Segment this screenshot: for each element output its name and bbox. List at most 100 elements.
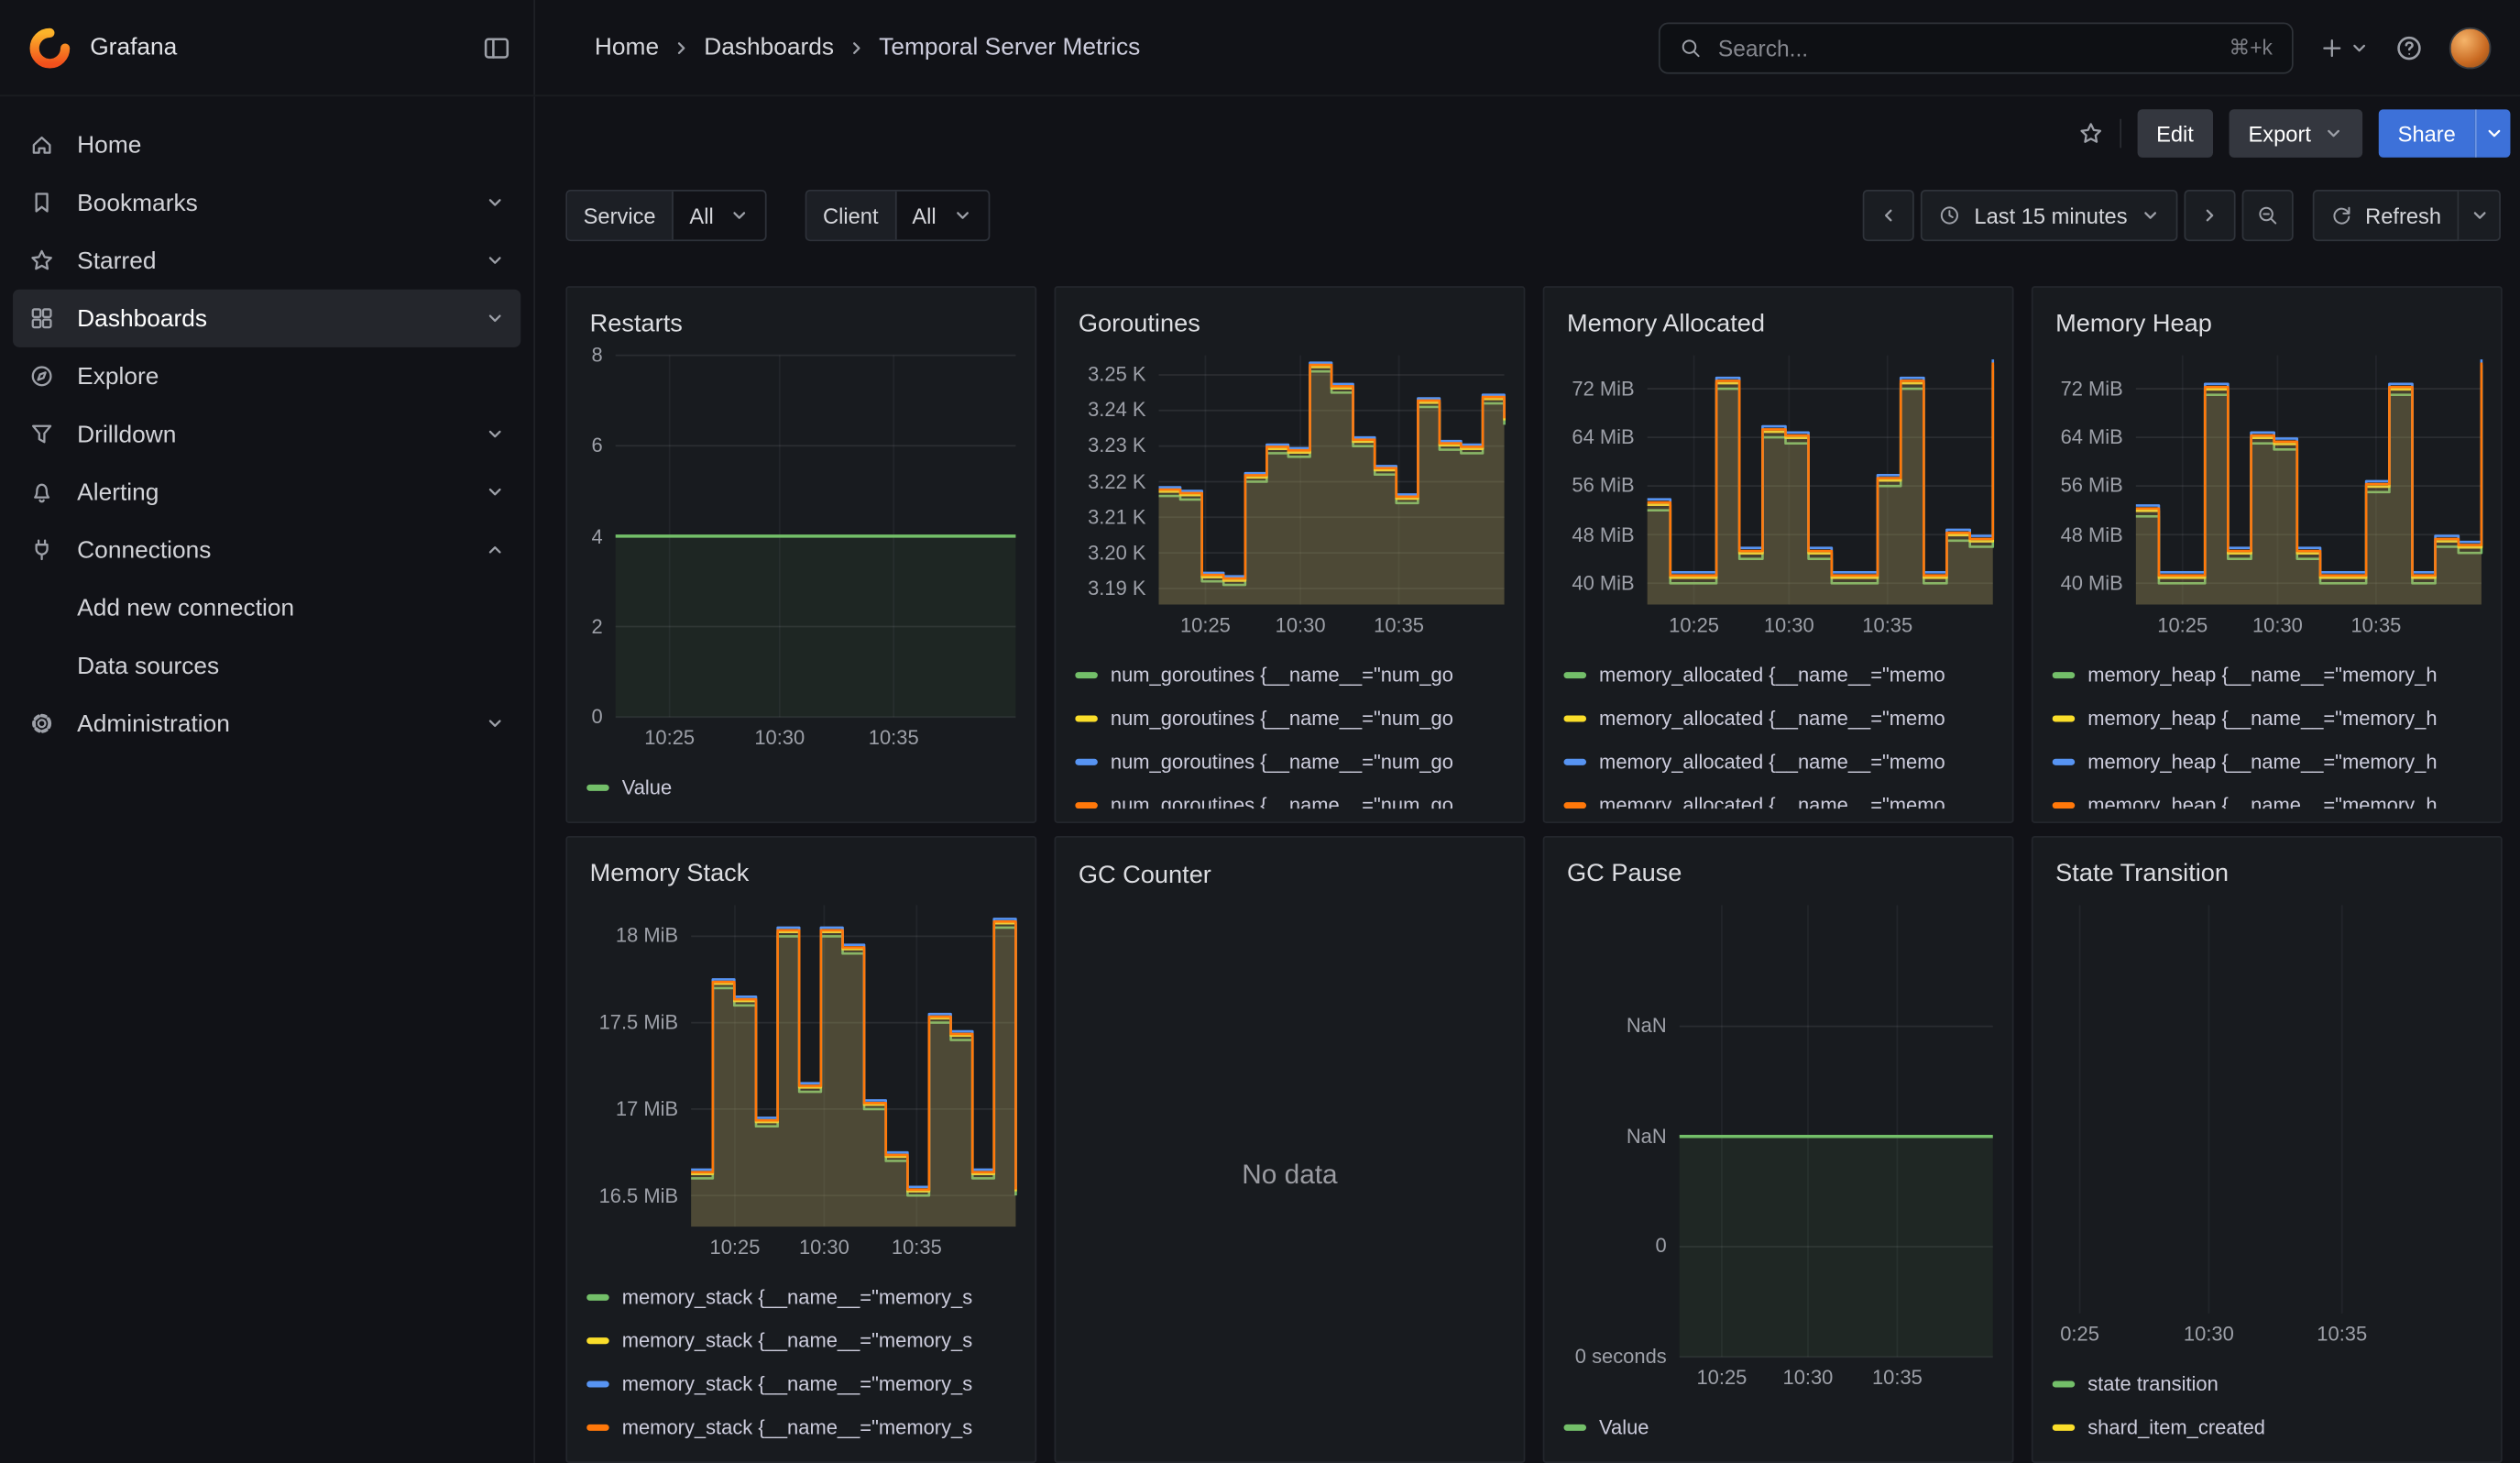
share-menu-button[interactable] xyxy=(2475,109,2511,158)
legend-item[interactable]: memory_heap {__name__="memory_h xyxy=(2053,696,2482,739)
legend-item[interactable]: num_goroutines {__name__="num_go xyxy=(1075,696,1504,739)
breadcrumb-home[interactable]: Home xyxy=(595,34,659,61)
panel-title[interactable]: GC Pause xyxy=(1563,851,1992,899)
legend-item[interactable]: memory_stack {__name__="memory_s xyxy=(586,1318,1015,1361)
export-button[interactable]: Export xyxy=(2229,109,2362,158)
chart-area[interactable]: 8642010:2510:3010:35 xyxy=(586,356,1015,753)
panel-title[interactable]: Restarts xyxy=(586,301,1015,349)
chevron-down-icon[interactable] xyxy=(486,309,505,328)
zoom-out-button[interactable] xyxy=(2241,190,2293,241)
panel-title[interactable]: Memory Heap xyxy=(2053,301,2482,349)
bookmark-icon xyxy=(29,190,55,215)
help-button[interactable] xyxy=(2394,33,2424,62)
legend-item[interactable]: memory_heap {__name__="memory_h xyxy=(2053,653,2482,696)
legend-item[interactable]: Value xyxy=(1563,1405,1992,1448)
sidebar-item-drilldown[interactable]: Drilldown xyxy=(13,405,520,463)
legend-item[interactable]: memory_stack {__name__="memory_s xyxy=(586,1361,1015,1404)
favorite-button[interactable] xyxy=(2077,121,2103,147)
panel-legend: num_goroutines {__name__="num_gonum_goro… xyxy=(1075,640,1504,808)
chart-plot[interactable] xyxy=(1159,356,1505,605)
legend-item[interactable]: Value xyxy=(586,765,1015,808)
sidebar-item-starred[interactable]: Starred xyxy=(13,232,520,290)
y-axis-tick-label: 48 MiB xyxy=(2053,522,2123,547)
panel-title[interactable]: Memory Stack xyxy=(586,851,1015,899)
legend-item[interactable]: memory_allocated {__name__="memo xyxy=(1563,740,1992,783)
legend-item[interactable]: memory_stack {__name__="memory_s xyxy=(586,1275,1015,1318)
sidebar-subitem-data-sources[interactable]: Data sources xyxy=(13,637,520,695)
sidebar-item-explore[interactable]: Explore xyxy=(13,347,520,405)
grafana-logo[interactable] xyxy=(29,27,71,69)
chart-area[interactable]: 0:2510:3010:35 xyxy=(2053,905,2482,1348)
chevron-down-icon[interactable] xyxy=(486,482,505,501)
chevron-down-icon[interactable] xyxy=(486,714,505,733)
variable-service[interactable]: Service All xyxy=(565,190,766,241)
chart-area[interactable]: 72 MiB64 MiB56 MiB48 MiB40 MiB10:2510:30… xyxy=(2053,356,2482,640)
legend-item[interactable]: state transition xyxy=(2053,1361,2482,1404)
search-input[interactable] xyxy=(1718,35,2213,60)
legend-item[interactable]: memory_stack {__name__="memory_s xyxy=(586,1405,1015,1448)
share-button[interactable]: Share xyxy=(2379,109,2475,158)
chart-area[interactable]: 72 MiB64 MiB56 MiB48 MiB40 MiB10:2510:30… xyxy=(1563,356,1992,640)
refresh-button[interactable]: Refresh xyxy=(2312,190,2459,241)
sidebar-item-bookmarks[interactable]: Bookmarks xyxy=(13,173,520,231)
chart-area[interactable]: 18 MiB17.5 MiB17 MiB16.5 MiB10:2510:3010… xyxy=(586,905,1015,1261)
panel-title[interactable]: State Transition xyxy=(2053,851,2482,899)
new-button[interactable] xyxy=(2319,35,2369,60)
chart-area[interactable]: NaNNaN00 seconds10:2510:3010:35 xyxy=(1563,905,1992,1392)
sidebar-subitem-add-new-connection[interactable]: Add new connection xyxy=(13,578,520,636)
sidebar-toggle-button[interactable] xyxy=(482,33,511,62)
legend-item[interactable]: memory_allocated {__name__="memo xyxy=(1563,696,1992,739)
chevron-down-icon[interactable] xyxy=(486,251,505,270)
chart-plot[interactable] xyxy=(2136,356,2482,605)
panel-title[interactable]: Goroutines xyxy=(1075,301,1504,349)
chevron-down-icon[interactable] xyxy=(486,424,505,444)
legend-item[interactable]: memory_allocated {__name__="memo xyxy=(1563,653,1992,696)
variable-client[interactable]: Client All xyxy=(805,190,990,241)
chart-plot[interactable] xyxy=(616,356,1016,718)
sidebar-item-alerting[interactable]: Alerting xyxy=(13,463,520,521)
y-axis-tick-label: 3.23 K xyxy=(1075,434,1145,459)
legend-item[interactable]: shard_item_created xyxy=(2053,1405,2482,1448)
y-axis-tick-label: 72 MiB xyxy=(2053,376,2123,402)
refresh-interval-button[interactable] xyxy=(2459,190,2501,241)
sidebar-item-connections[interactable]: Connections xyxy=(13,521,520,578)
legend-item[interactable]: num_goroutines {__name__="num_go xyxy=(1075,740,1504,783)
legend-series-marker xyxy=(586,1336,609,1343)
legend-item[interactable]: memory_heap {__name__="memory_h xyxy=(2053,783,2482,808)
sidebar-item-home[interactable]: Home xyxy=(13,116,520,173)
chart-plot[interactable] xyxy=(691,905,1015,1226)
x-axis-tick-label: 10:30 xyxy=(1783,1365,1834,1391)
legend-item[interactable]: num_goroutines {__name__="num_go xyxy=(1075,783,1504,808)
sidebar-item-dashboards[interactable]: Dashboards xyxy=(13,290,520,347)
panel-title[interactable]: GC Counter xyxy=(1075,851,1504,902)
chevron-down-icon[interactable] xyxy=(486,192,505,212)
search-box[interactable]: ⌘+k xyxy=(1659,22,2294,73)
chart-plot[interactable] xyxy=(2065,905,2482,1313)
variable-value[interactable]: All xyxy=(674,204,765,227)
x-axis-tick-label: 10:35 xyxy=(1862,612,1912,638)
legend-series-label: Value xyxy=(622,776,672,798)
sidebar-item-label: Drilldown xyxy=(77,421,176,448)
panel-legend: memory_allocated {__name__="memomemory_a… xyxy=(1563,640,1992,808)
edit-button[interactable]: Edit xyxy=(2137,109,2213,158)
chevron-up-icon[interactable] xyxy=(486,540,505,559)
x-axis-tick-label: 10:30 xyxy=(754,725,805,751)
y-axis-tick-label: NaN xyxy=(1563,1014,1666,1040)
chart-plot[interactable] xyxy=(1648,356,1993,605)
breadcrumb-dashboards[interactable]: Dashboards xyxy=(704,34,834,61)
time-back-button[interactable] xyxy=(1863,190,1914,241)
panel-title[interactable]: Memory Allocated xyxy=(1563,301,1992,349)
legend-item[interactable]: memory_heap {__name__="memory_h xyxy=(2053,740,2482,783)
chart-plot[interactable] xyxy=(1680,905,1993,1357)
legend-series-label: memory_heap {__name__="memory_h xyxy=(2087,794,2437,809)
legend-item[interactable]: num_goroutines {__name__="num_go xyxy=(1075,653,1504,696)
user-avatar[interactable] xyxy=(2449,27,2492,69)
legend-series-label: memory_stack {__name__="memory_s xyxy=(622,1415,972,1438)
legend-item[interactable]: memory_allocated {__name__="memo xyxy=(1563,783,1992,808)
grafana-app: Grafana Home Dashboards Temporal Server … xyxy=(0,0,2520,1463)
variable-value[interactable]: All xyxy=(896,204,988,227)
chart-area[interactable]: 3.25 K3.24 K3.23 K3.22 K3.21 K3.20 K3.19… xyxy=(1075,356,1504,640)
time-forward-button[interactable] xyxy=(2184,190,2235,241)
time-range-picker[interactable]: Last 15 minutes xyxy=(1922,190,2177,241)
sidebar-item-administration[interactable]: Administration xyxy=(13,695,520,753)
